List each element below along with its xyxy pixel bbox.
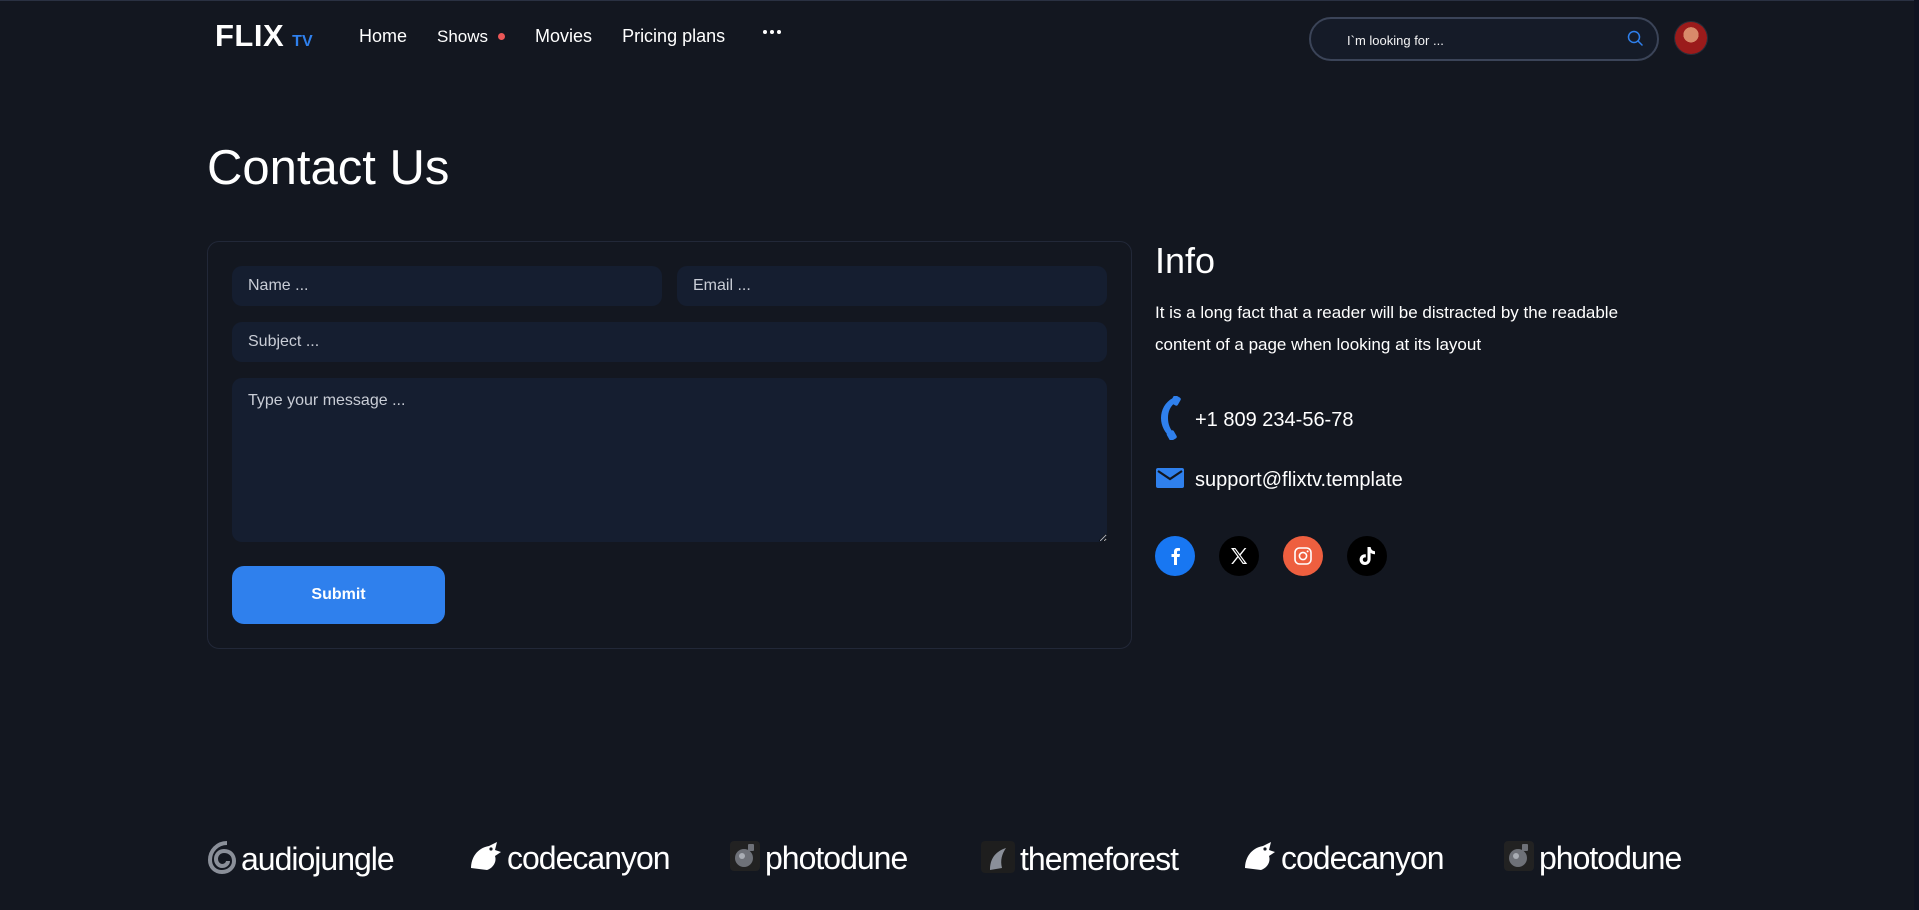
- name-input[interactable]: [232, 266, 662, 306]
- partner-name: codecanyon: [507, 840, 671, 876]
- themeforest-icon: [980, 840, 1016, 879]
- submit-button[interactable]: Submit: [232, 566, 445, 624]
- tiktok-icon[interactable]: [1347, 536, 1387, 576]
- phone-icon: [1155, 395, 1185, 445]
- nav-movies[interactable]: Movies: [535, 26, 592, 47]
- audiojungle-icon: [207, 840, 237, 879]
- email-link[interactable]: support@flixtv.template: [1195, 469, 1403, 492]
- partners-strip: audiojungle codecanyon photodune themefo…: [207, 840, 1707, 890]
- logo-suffix: TV: [292, 33, 313, 50]
- email-input[interactable]: [677, 266, 1107, 306]
- message-textarea[interactable]: [232, 378, 1107, 542]
- partner-name: photodune: [1539, 840, 1682, 876]
- partner-photodune-2[interactable]: photodune: [1503, 840, 1682, 877]
- phone-row: +1 809 234-56-78: [1155, 395, 1353, 445]
- subject-input[interactable]: [232, 322, 1107, 362]
- phone-link[interactable]: +1 809 234-56-78: [1195, 409, 1353, 432]
- partner-photodune[interactable]: photodune: [729, 840, 908, 877]
- partner-name: photodune: [765, 840, 908, 876]
- email-row: support@flixtv.template: [1155, 466, 1403, 495]
- more-menu-icon[interactable]: [763, 30, 781, 34]
- instagram-icon[interactable]: [1283, 536, 1323, 576]
- partner-audiojungle[interactable]: audiojungle: [207, 840, 395, 879]
- partner-themeforest[interactable]: themeforest: [980, 840, 1179, 879]
- live-indicator-dot: [498, 33, 506, 40]
- mail-icon: [1155, 466, 1185, 495]
- social-links: [1155, 536, 1387, 576]
- site-header: FLIX TV Home Shows Movies Pricing plans: [0, 0, 1919, 78]
- partner-name: themeforest: [1020, 841, 1179, 877]
- x-twitter-icon[interactable]: [1219, 536, 1259, 576]
- search-box: [1309, 17, 1659, 61]
- contact-form: Submit: [207, 241, 1132, 649]
- site-logo[interactable]: FLIX TV: [215, 18, 313, 54]
- main-nav: Home Shows Movies Pricing plans: [359, 26, 725, 47]
- photodune-icon: [729, 840, 761, 877]
- user-avatar[interactable]: [1675, 22, 1707, 54]
- logo-text: FLIX: [215, 18, 285, 53]
- info-title: Info: [1155, 240, 1216, 281]
- scrollbar-track[interactable]: [1914, 0, 1919, 910]
- search-input[interactable]: [1345, 19, 1609, 61]
- nav-pricing-plans[interactable]: Pricing plans: [622, 26, 725, 47]
- facebook-icon[interactable]: [1155, 536, 1195, 576]
- codecanyon-icon: [1241, 840, 1277, 877]
- page-title: Contact Us: [207, 141, 450, 195]
- partner-name: audiojungle: [241, 841, 395, 877]
- nav-shows[interactable]: Shows: [437, 26, 506, 47]
- partner-name: codecanyon: [1281, 840, 1445, 876]
- photodune-icon: [1503, 840, 1535, 877]
- info-description: It is a long fact that a reader will be …: [1155, 303, 1619, 354]
- partner-codecanyon[interactable]: codecanyon: [467, 840, 671, 877]
- nav-home[interactable]: Home: [359, 26, 407, 47]
- nav-shows-label: Shows: [437, 26, 489, 46]
- partner-codecanyon-2[interactable]: codecanyon: [1241, 840, 1445, 877]
- codecanyon-icon: [467, 840, 503, 877]
- search-icon[interactable]: [1627, 30, 1643, 51]
